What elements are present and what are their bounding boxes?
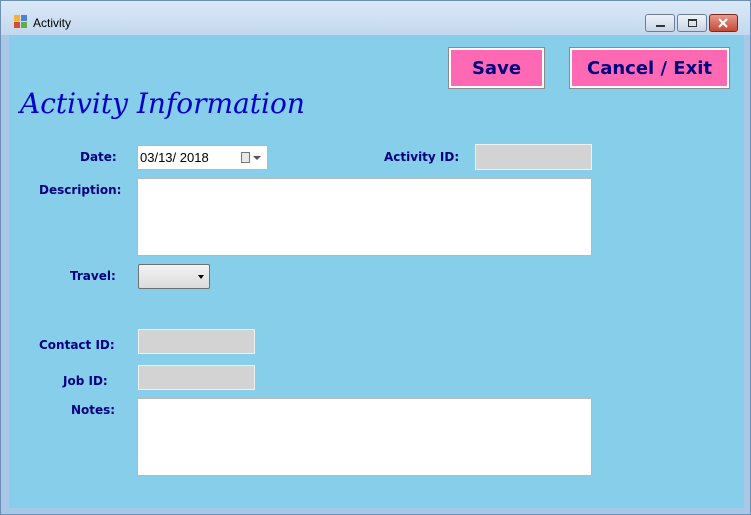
calendar-icon[interactable] [241,152,250,163]
travel-dropdown[interactable] [138,264,210,289]
save-button[interactable]: Save [448,47,545,89]
maximize-icon [688,19,697,27]
minimize-icon [656,25,665,27]
activity-window: Activity Save Cancel / Exit Activity Inf… [0,0,751,515]
description-field[interactable] [137,178,592,256]
maximize-button[interactable] [677,14,707,32]
close-button[interactable] [709,14,738,32]
travel-label: Travel: [70,269,116,283]
date-label: Date: [80,150,117,164]
window-title: Activity [33,16,72,30]
contact-id-field[interactable] [138,329,255,354]
page-title: Activity Information [20,87,305,120]
contact-id-label: Contact ID: [39,338,115,352]
cancel-exit-button[interactable]: Cancel / Exit [569,47,730,89]
activity-id-field[interactable] [475,144,592,170]
app-icon [14,15,28,29]
description-label: Description: [39,183,122,197]
date-picker[interactable]: 03/13/ 2018 [137,145,268,170]
notes-label: Notes: [71,403,116,417]
date-value[interactable]: 03/13/ 2018 [140,150,209,165]
close-icon [718,18,728,28]
form-client-area: Save Cancel / Exit Activity Information … [9,35,744,508]
job-id-label: Job ID: [63,374,108,388]
notes-field[interactable] [137,398,592,476]
dropdown-arrow-icon [198,275,204,279]
job-id-field[interactable] [138,365,255,390]
activity-id-label: Activity ID: [384,150,460,164]
minimize-button[interactable] [645,14,675,32]
title-bar[interactable]: Activity [1,1,750,35]
chevron-down-icon[interactable] [253,156,261,160]
